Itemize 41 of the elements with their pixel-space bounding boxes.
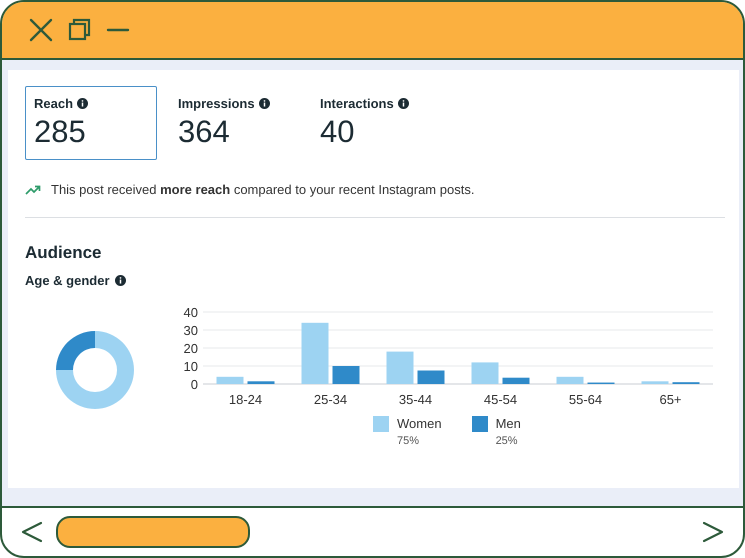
reach-note: This post received more reach compared to your recent Instagram posts. xyxy=(51,182,474,197)
chart-subtitle: Age & gender xyxy=(25,273,110,288)
x-tick-label: 45-54 xyxy=(484,392,518,407)
metric-tab[interactable]: Interactions 40 xyxy=(311,86,441,160)
y-tick-label: 40 xyxy=(184,305,198,320)
x-tick-label: 25-34 xyxy=(314,392,348,407)
bar xyxy=(332,366,360,384)
y-tick-label: 20 xyxy=(184,341,198,356)
legend-label: Women xyxy=(397,416,442,431)
bar xyxy=(472,362,498,384)
legend-share: 75% xyxy=(397,435,420,447)
metric-tab[interactable]: Reach 285 xyxy=(25,86,157,160)
bar xyxy=(386,352,414,384)
y-tick-label: 30 xyxy=(184,323,198,338)
x-tick-label: 18-24 xyxy=(228,392,262,407)
legend-swatch xyxy=(373,416,389,432)
y-tick-label: 0 xyxy=(190,377,198,392)
bar xyxy=(216,376,244,384)
info-icon xyxy=(114,275,126,286)
y-tick-label: 10 xyxy=(184,359,198,374)
trend-up-icon xyxy=(25,184,41,194)
x-tick-label: 65+ xyxy=(659,392,682,407)
bar xyxy=(248,381,274,384)
bar xyxy=(556,376,584,384)
metric-tab[interactable]: Impressions 364 xyxy=(169,86,299,160)
info-icon xyxy=(258,98,270,109)
x-tick-label: 55-64 xyxy=(568,392,602,407)
info-icon xyxy=(77,98,88,109)
bar xyxy=(302,322,328,384)
x-tick-label: 35-44 xyxy=(398,392,432,407)
bar xyxy=(418,370,444,384)
bar xyxy=(502,378,530,384)
info-icon xyxy=(398,98,409,109)
bar xyxy=(642,381,668,384)
legend-share: 25% xyxy=(496,435,519,447)
scroll-thumb[interactable] xyxy=(56,516,250,548)
restore-icon[interactable] xyxy=(68,18,92,42)
section-title: Audience xyxy=(25,243,103,263)
close-icon[interactable] xyxy=(28,17,54,43)
legend-swatch xyxy=(472,416,488,432)
legend-label: Men xyxy=(496,416,521,431)
